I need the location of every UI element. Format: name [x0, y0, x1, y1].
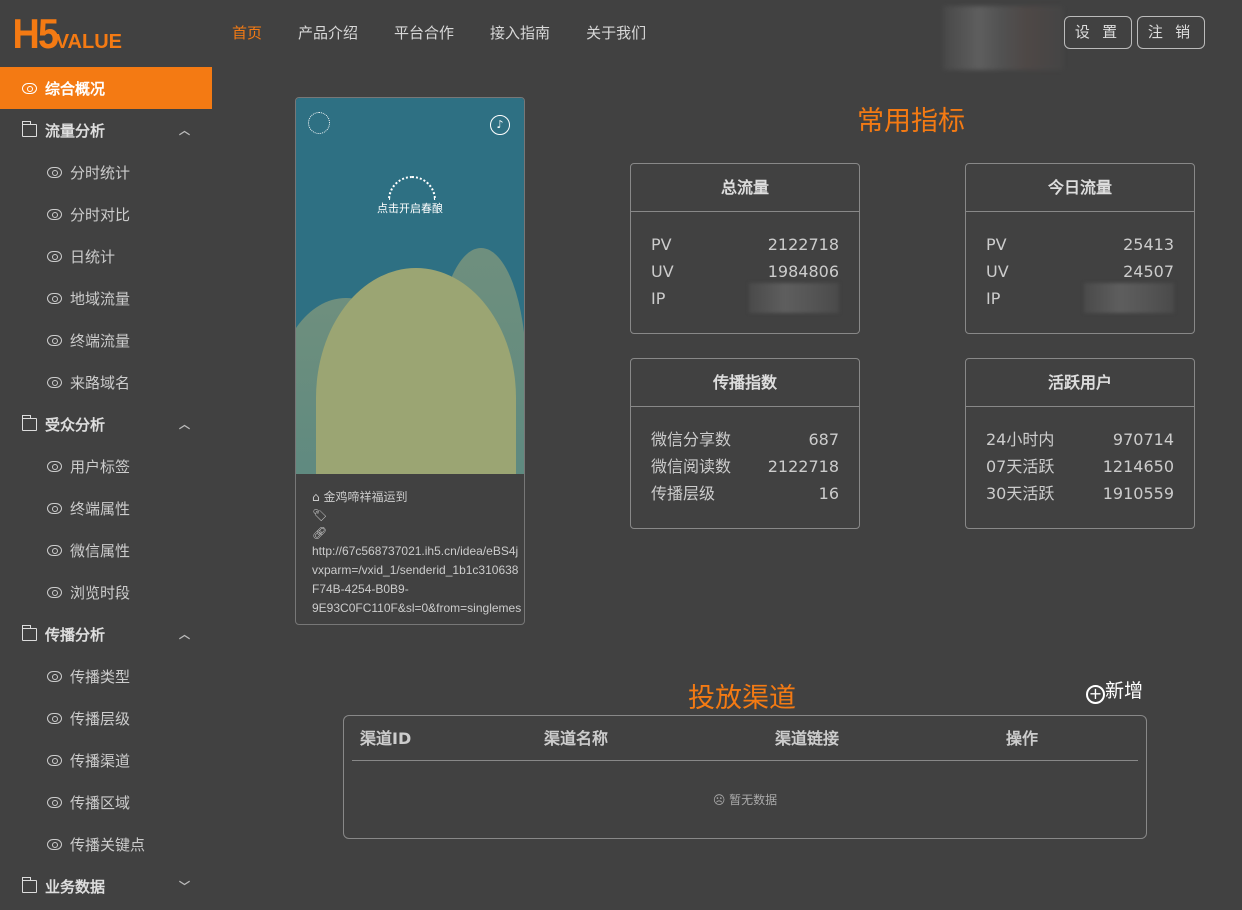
metric-card: 总流量 PV 2122718 UV 1984806 IP — [630, 163, 860, 334]
eye-icon — [47, 376, 62, 388]
chevron-down-icon: ﹀ — [179, 880, 190, 893]
sidebar-group[interactable]: 业务数据 ﹀ — [0, 865, 212, 907]
sidebar-item[interactable]: 分时统计 — [0, 151, 212, 193]
logo: H5VALUE — [12, 10, 123, 57]
redacted-value — [1084, 283, 1174, 313]
metric-card: 活跃用户 24小时内 970714 07天活跃 1214650 30天活跃 1910559 — [965, 358, 1195, 529]
sidebar-item[interactable]: 用户标签 — [0, 445, 212, 487]
metric-row: IP — [631, 283, 859, 313]
metric-card: 今日流量 PV 25413 UV 24507 IP — [965, 163, 1195, 334]
user-avatar[interactable] — [943, 6, 1063, 70]
eye-icon — [47, 586, 62, 598]
metric-row: IP — [966, 283, 1194, 313]
eye-icon — [47, 250, 62, 262]
poster-text: 点击开启春酿 — [377, 202, 443, 215]
dots-arc-icon — [388, 176, 436, 200]
poster-image: ♪ 点击开启春酿 — [296, 98, 524, 474]
folder-icon — [21, 120, 37, 137]
nav-about[interactable]: 关于我们 — [586, 22, 646, 43]
empty-state: ☹ 暂无数据 — [712, 793, 778, 807]
metric-row: 24小时内 970714 — [986, 430, 1174, 449]
metric-row: UV 1984806 — [651, 262, 839, 281]
plus-circle-icon: + — [1086, 685, 1105, 704]
preview-url[interactable]: http://67c568737021.ih5.cn/idea/eBS4j vx… — [312, 542, 521, 618]
brand-logo-icon — [308, 112, 330, 134]
metric-row: PV 2122718 — [651, 235, 839, 254]
sidebar-item[interactable]: 传播渠道 — [0, 739, 212, 781]
eye-icon — [47, 754, 62, 766]
sidebar-item[interactable]: 传播层级 — [0, 697, 212, 739]
sad-face-icon: ☹ — [712, 793, 726, 807]
eye-icon — [47, 544, 62, 556]
sidebar-item[interactable]: 传播区域 — [0, 781, 212, 823]
sidebar-group[interactable]: 流量分析 ︿ — [0, 109, 212, 151]
redacted-value — [749, 283, 839, 313]
sidebar-item[interactable]: 分时对比 — [0, 193, 212, 235]
folder-icon — [21, 624, 37, 641]
eye-icon — [47, 796, 62, 808]
sidebar: 综合概况 流量分析 ︿ 分时统计 分时对比 日统计 地域流量 终端流量 来路域名 受众分析 ︿ 用户… — [0, 67, 212, 907]
nav-products[interactable]: 产品介绍 — [298, 22, 358, 43]
eye-icon — [47, 712, 62, 724]
eye-icon — [47, 166, 62, 178]
table-header: 渠道ID 渠道名称 渠道链接 操作 — [352, 716, 1138, 761]
sidebar-group[interactable]: 传播分析 ︿ — [0, 613, 212, 655]
music-icon: ♪ — [490, 115, 510, 135]
sidebar-item-overview[interactable]: 综合概况 — [0, 67, 212, 109]
metric-row: 30天活跃 1910559 — [986, 484, 1174, 503]
eye-icon — [47, 460, 62, 472]
top-nav: 首页 产品介绍 平台合作 接入指南 关于我们 — [232, 22, 646, 43]
channels-title: 投放渠道 — [688, 683, 796, 714]
settings-button[interactable]: 设 置 — [1064, 16, 1132, 49]
sidebar-group[interactable]: 受众分析 ︿ — [0, 403, 212, 445]
eye-icon — [22, 82, 37, 94]
sidebar-item[interactable]: 浏览时段 — [0, 571, 212, 613]
link-icon: 🔗︎ — [312, 526, 328, 540]
nav-partners[interactable]: 平台合作 — [394, 22, 454, 43]
chevron-up-icon: ︿ — [179, 628, 190, 641]
channels-table: 渠道ID 渠道名称 渠道链接 操作 ☹ 暂无数据 — [343, 715, 1147, 839]
sidebar-item[interactable]: 传播关键点 — [0, 823, 212, 865]
metric-row: 传播层级 16 — [651, 484, 839, 503]
sidebar-item[interactable]: 地域流量 — [0, 277, 212, 319]
eye-icon — [47, 208, 62, 220]
chevron-up-icon: ︿ — [179, 418, 190, 431]
sidebar-item[interactable]: 终端流量 — [0, 319, 212, 361]
sidebar-item[interactable]: 传播类型 — [0, 655, 212, 697]
eye-icon — [47, 292, 62, 304]
sidebar-item[interactable]: 终端属性 — [0, 487, 212, 529]
metric-row: PV 25413 — [986, 235, 1174, 254]
folder-icon — [21, 876, 37, 893]
eye-icon — [47, 334, 62, 346]
eye-icon — [47, 670, 62, 682]
preview-title: ⌂ 金鸡啼祥福运到 — [312, 490, 408, 504]
sidebar-item[interactable]: 日统计 — [0, 235, 212, 277]
chevron-up-icon: ︿ — [179, 124, 190, 137]
eye-icon — [47, 838, 62, 850]
nav-home[interactable]: 首页 — [232, 22, 262, 43]
metric-row: 07天活跃 1214650 — [986, 457, 1174, 476]
metric-card: 传播指数 微信分享数 687 微信阅读数 2122718 传播层级 16 — [630, 358, 860, 529]
nav-guide[interactable]: 接入指南 — [490, 22, 550, 43]
logout-button[interactable]: 注 销 — [1137, 16, 1205, 49]
sidebar-item[interactable]: 微信属性 — [0, 529, 212, 571]
sidebar-item[interactable]: 来路域名 — [0, 361, 212, 403]
h5-preview-card[interactable]: ♪ 点击开启春酿 ⌂ 金鸡啼祥福运到 🏷︎ 🔗︎ http://67c56873… — [295, 97, 525, 625]
metric-row: UV 24507 — [986, 262, 1174, 281]
metric-row: 微信分享数 687 — [651, 430, 839, 449]
add-channel-button[interactable]: + 新增 — [1086, 676, 1143, 704]
folder-icon — [21, 414, 37, 431]
tag-icon: 🏷︎ — [312, 508, 328, 522]
metric-row: 微信阅读数 2122718 — [651, 457, 839, 476]
eye-icon — [47, 502, 62, 514]
home-icon: ⌂ — [312, 490, 320, 504]
metrics-title: 常用指标 — [857, 106, 965, 137]
